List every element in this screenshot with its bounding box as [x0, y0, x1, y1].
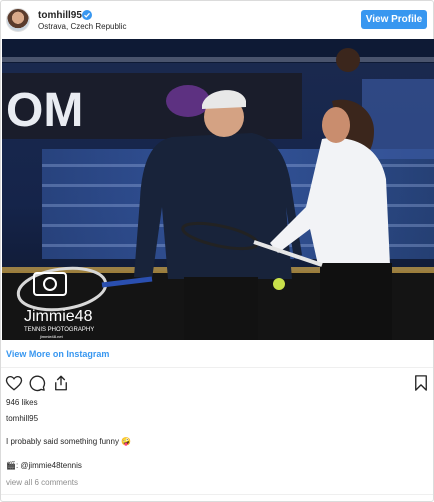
- view-comments-link[interactable]: view all 6 comments: [6, 478, 78, 487]
- photo-credit: 🎬: @jimmie48tennis: [6, 461, 82, 470]
- post-photo[interactable]: OM Jimmie48 TENNIS PHOTOGRAPHY jimmie48.…: [2, 39, 434, 340]
- avatar[interactable]: [6, 8, 30, 32]
- view-more-link[interactable]: View More on Instagram: [6, 349, 109, 359]
- share-icon[interactable]: [52, 374, 70, 392]
- post-header: tomhill95 Ostrava, Czech Republic View P…: [1, 1, 433, 39]
- comment-icon[interactable]: [28, 374, 46, 392]
- username[interactable]: tomhill95: [38, 10, 82, 21]
- divider: [1, 367, 433, 368]
- banner-text: OM: [6, 84, 83, 137]
- caption-text: I probably said something funny 🤪: [6, 437, 132, 446]
- watermark-name: Jimmie48: [24, 308, 93, 325]
- instagram-embed: tomhill95 Ostrava, Czech Republic View P…: [0, 0, 434, 502]
- watermark-url: jimmie48.net: [39, 334, 64, 339]
- watermark-sub: TENNIS PHOTOGRAPHY: [24, 327, 94, 333]
- verified-badge-icon: [82, 10, 92, 20]
- heart-icon[interactable]: [5, 374, 23, 392]
- caption-username[interactable]: tomhill95: [6, 414, 38, 423]
- location[interactable]: Ostrava, Czech Republic: [38, 22, 126, 31]
- divider: [1, 494, 433, 495]
- view-profile-button[interactable]: View Profile: [361, 10, 427, 29]
- likes-count: 946 likes: [6, 398, 38, 407]
- bookmark-icon[interactable]: [412, 374, 430, 392]
